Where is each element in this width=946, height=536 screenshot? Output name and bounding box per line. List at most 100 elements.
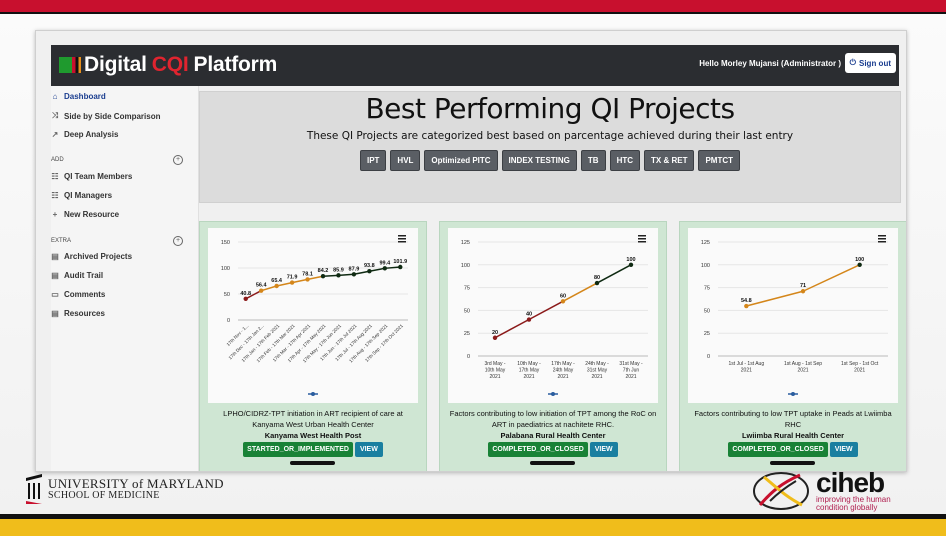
ciheb-name: ciheb xyxy=(816,467,885,498)
status-badge[interactable]: STARTED_OR_IMPLEMENTED xyxy=(243,442,353,457)
slide-top-red-band xyxy=(0,0,946,12)
project-title: Factors contributing to low initiation o… xyxy=(444,408,662,441)
sidebar-item-side-by-side[interactable]: ⤨ Side by Side Comparison xyxy=(51,111,161,121)
add-circle-icon[interactable]: + xyxy=(173,155,183,165)
y-tick-label: 25 xyxy=(704,331,710,337)
data-label: 60 xyxy=(560,293,566,299)
y-tick-label: 125 xyxy=(701,240,710,246)
ciheb-globe-icon xyxy=(753,472,809,510)
tab-optimized-pitc[interactable]: Optimized PITC xyxy=(424,150,498,171)
sidebar-item-new-resource[interactable]: + New Resource xyxy=(51,210,119,219)
card-actions: COMPLETED_OR_CLOSED VIEW xyxy=(680,442,906,457)
project-title-line: Factors contributing to low initiation o… xyxy=(449,409,657,418)
tab-hvl[interactable]: HVL xyxy=(390,150,421,171)
sidebar-item-label: Side by Side Comparison xyxy=(64,111,161,121)
data-label: 71.9 xyxy=(287,275,298,281)
category-tabs: IPT HVL Optimized PITC INDEX TESTING TB … xyxy=(200,150,900,171)
data-point xyxy=(800,289,806,294)
x-tick-label: 10th May -17th May 2021 xyxy=(517,361,541,380)
data-point xyxy=(305,277,310,282)
legend-dot xyxy=(551,392,555,396)
data-point xyxy=(320,274,326,279)
legend-marker-icon xyxy=(308,392,318,396)
data-point xyxy=(744,303,749,309)
project-card: 0 25 50 75 100 125 20 40 60 80 100 3rd May -10th Ma… xyxy=(439,221,667,471)
x-tick-label-line: 10th May - xyxy=(517,361,541,367)
data-point xyxy=(857,262,862,267)
x-tick-label: 31st May -7th Jun 2021 xyxy=(619,361,643,380)
view-button[interactable]: VIEW xyxy=(829,442,858,457)
y-tick-label: 0 xyxy=(707,354,710,360)
x-tick-label-line: 24th May - xyxy=(585,361,609,367)
x-tick-label-line: 17th May xyxy=(519,368,540,374)
menu-bar xyxy=(638,235,646,237)
series-segment xyxy=(494,318,530,339)
add-circle-icon[interactable]: + xyxy=(173,236,183,246)
app-screenshot: Digital CQI Platform Hello Morley Mujans… xyxy=(35,30,907,472)
sidebar-item-label: QI Managers xyxy=(64,191,113,200)
data-point xyxy=(258,288,264,293)
view-button[interactable]: VIEW xyxy=(589,442,618,457)
sidebar-item-deep-analysis[interactable]: ↗ Deep Analysis xyxy=(51,130,119,139)
sidebar-item-label: Archived Projects xyxy=(64,252,133,261)
menu-bar xyxy=(878,235,886,237)
tab-tx-ret[interactable]: TX & RET xyxy=(644,150,695,171)
menu-bar xyxy=(638,241,646,243)
x-tick-label-line: 31st May - xyxy=(619,361,643,367)
legend-marker-icon xyxy=(788,392,798,396)
tab-ipt[interactable]: IPT xyxy=(359,150,387,171)
data-point xyxy=(594,280,600,286)
status-badge[interactable]: COMPLETED_OR_CLOSED xyxy=(488,442,588,457)
section-label: EXTRA xyxy=(51,238,72,244)
x-tick-label-line: 1st Aug - 1st Sep xyxy=(784,361,822,367)
y-tick-label: 50 xyxy=(464,308,470,314)
sidebar-section-add: ADD + xyxy=(51,155,183,165)
app-logo[interactable]: Digital CQI Platform xyxy=(59,51,277,79)
series-segment xyxy=(338,273,354,277)
logo-text-accent: CQI xyxy=(151,53,189,76)
view-button[interactable]: VIEW xyxy=(354,442,383,457)
sidebar-item-label: Deep Analysis xyxy=(64,130,119,139)
document-icon: ▤ xyxy=(51,271,59,280)
umd-logo: UNIVERSITY of MARYLAND SCHOOL OF MEDICIN… xyxy=(26,474,224,504)
x-tick-label-line: 2021 xyxy=(591,374,602,380)
data-label: 87.9 xyxy=(349,266,360,272)
y-tick-label: 0 xyxy=(227,318,230,324)
umd-pillars-icon xyxy=(26,474,42,504)
sidebar-item-dashboard[interactable]: ⌂ Dashboard xyxy=(51,92,106,101)
project-title-line: ART in paediatrics at nachitete RHC. xyxy=(491,420,615,429)
sign-out-button[interactable]: ⏻ Sign out xyxy=(844,53,896,73)
section-label: ADD xyxy=(51,157,64,163)
x-tick-label-line: 3rd May - xyxy=(484,361,505,367)
sidebar-item-archived-projects[interactable]: ▤ Archived Projects xyxy=(51,252,132,261)
sidebar-item-qi-managers[interactable]: ☷ QI Managers xyxy=(51,191,112,200)
data-point xyxy=(367,269,372,274)
data-point xyxy=(351,272,357,277)
legend-dot xyxy=(311,392,315,396)
data-label: 56.4 xyxy=(256,283,268,289)
card-actions: STARTED_OR_IMPLEMENTED VIEW xyxy=(200,442,426,457)
sidebar-item-resources[interactable]: ▤ Resources xyxy=(51,309,105,318)
page-subtitle: These QI Projects are categorized best b… xyxy=(306,130,794,142)
tab-index-testing[interactable]: INDEX TESTING xyxy=(501,150,577,171)
y-tick-label: 0 xyxy=(467,354,470,360)
sidebar-item-qi-team-members[interactable]: ☷ QI Team Members xyxy=(51,172,132,181)
tab-tb[interactable]: TB xyxy=(580,150,606,171)
card-actions: COMPLETED_OR_CLOSED VIEW xyxy=(440,442,666,457)
x-tick-label-line: 2021 xyxy=(523,374,534,380)
data-label: 85.9 xyxy=(333,267,344,273)
y-tick-label: 75 xyxy=(464,286,470,292)
status-badge[interactable]: COMPLETED_OR_CLOSED xyxy=(728,442,828,457)
project-card: 0 50 100 150 40.8 56.4 65.4 71.9 78.1 84.2 85.9 87.… xyxy=(199,221,427,471)
sidebar-section-extra: EXTRA + xyxy=(51,236,183,246)
tab-htc[interactable]: HTC xyxy=(609,150,641,171)
x-tick-label: 1st Aug - 1st Sep 2021 xyxy=(784,361,822,374)
chart-menu-icon xyxy=(878,235,886,243)
sidebar-item-audit-trail[interactable]: ▤ Audit Trail xyxy=(51,271,103,280)
tab-pmtct[interactable]: PMTCT xyxy=(698,150,741,171)
data-label: 40.8 xyxy=(240,291,251,297)
menu-bar xyxy=(638,238,646,240)
sidebar-item-comments[interactable]: ▭ Comments xyxy=(51,290,105,299)
chart-menu-icon xyxy=(398,235,406,243)
y-tick-label: 50 xyxy=(224,292,230,298)
